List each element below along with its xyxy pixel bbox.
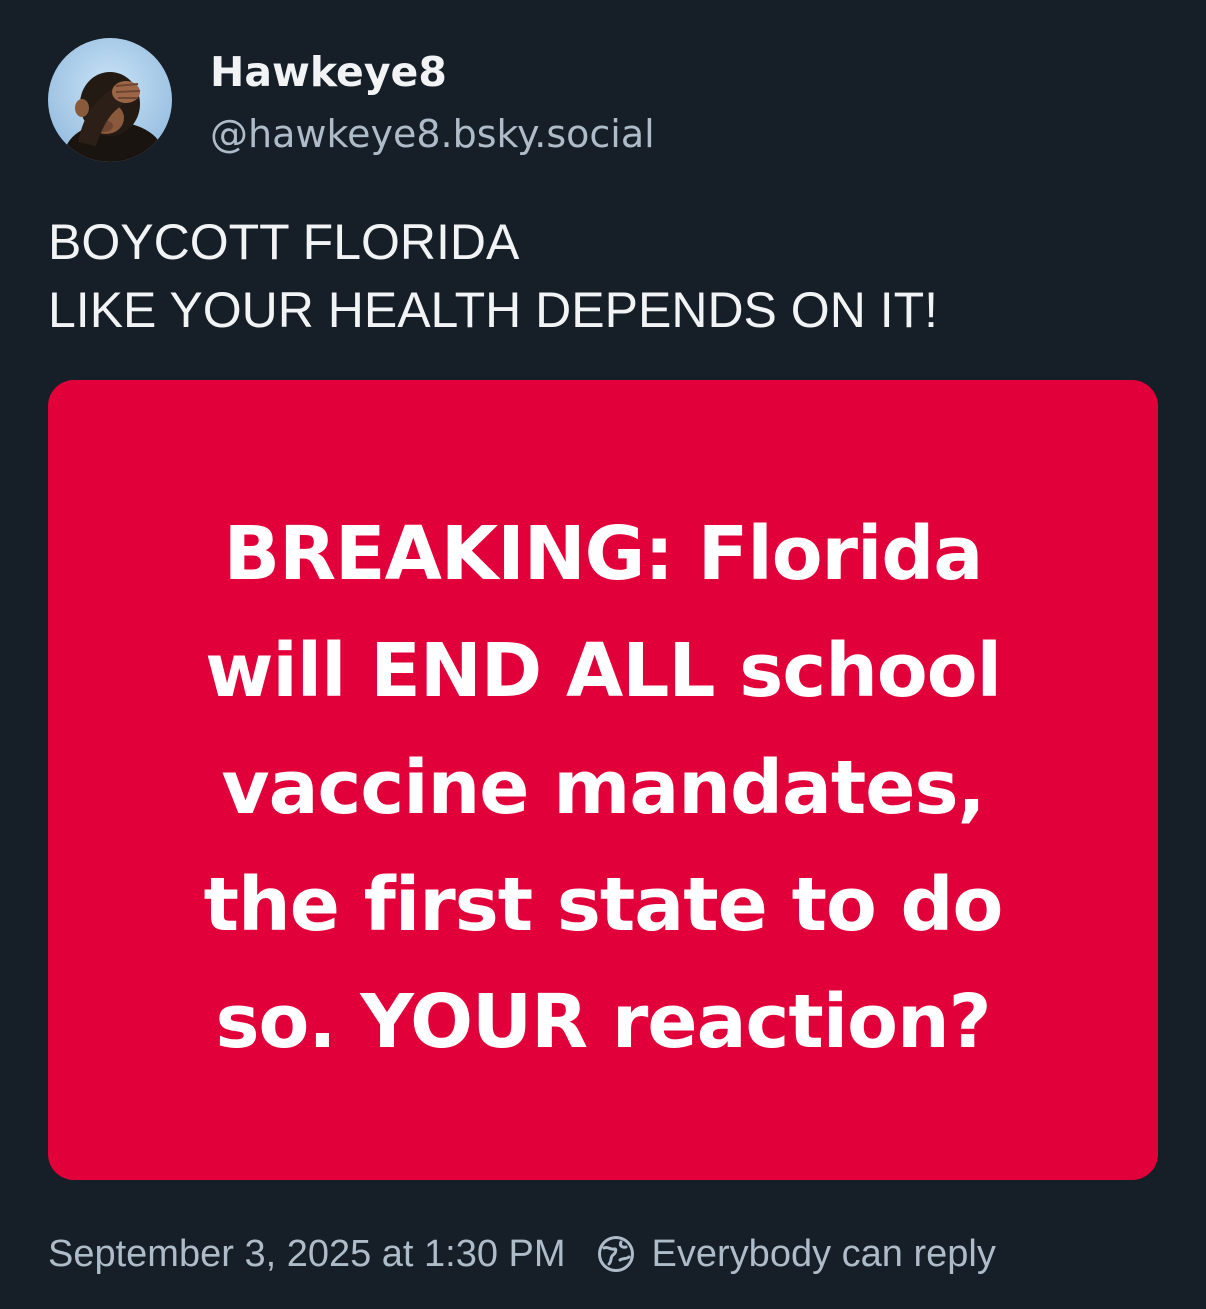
author-handle[interactable]: @hawkeye8.bsky.social [210, 108, 655, 160]
embedded-image-text-line: BREAKING: Florida [223, 511, 984, 597]
embedded-image-text-line: will END ALL school [205, 628, 1002, 714]
post-meta: September 3, 2025 at 1:30 PM Everybody c… [48, 1226, 996, 1282]
post-text-line: BOYCOTT FLORIDA [48, 214, 520, 270]
post-thread-item: Hawkeye8 @hawkeye8.bsky.social BOYCOTT F… [0, 0, 1206, 1309]
author-avatar[interactable] [48, 38, 172, 162]
post-text-line: LIKE YOUR HEALTH DEPENDS ON IT! [48, 282, 939, 338]
embedded-image[interactable]: BREAKING: Florida will END ALL school va… [48, 380, 1158, 1180]
reply-setting[interactable]: Everybody can reply [596, 1233, 996, 1276]
embedded-image-text-line: vaccine mandates, [221, 745, 985, 831]
reply-setting-label: Everybody can reply [651, 1232, 996, 1275]
author-display-name[interactable]: Hawkeye8 [210, 46, 447, 98]
post-timestamp[interactable]: September 3, 2025 at 1:30 PM [48, 1233, 566, 1276]
globe-icon [596, 1234, 636, 1274]
embedded-image-text-line: so. YOUR reaction? [215, 979, 991, 1065]
monkey-facepalm-avatar-icon [48, 38, 172, 162]
embedded-image-text-line: the first state to do [203, 862, 1004, 948]
embedded-image-text: BREAKING: Florida will END ALL school va… [48, 496, 1158, 1081]
post-body-text: BOYCOTT FLORIDA LIKE YOUR HEALTH DEPENDS… [48, 208, 1158, 344]
